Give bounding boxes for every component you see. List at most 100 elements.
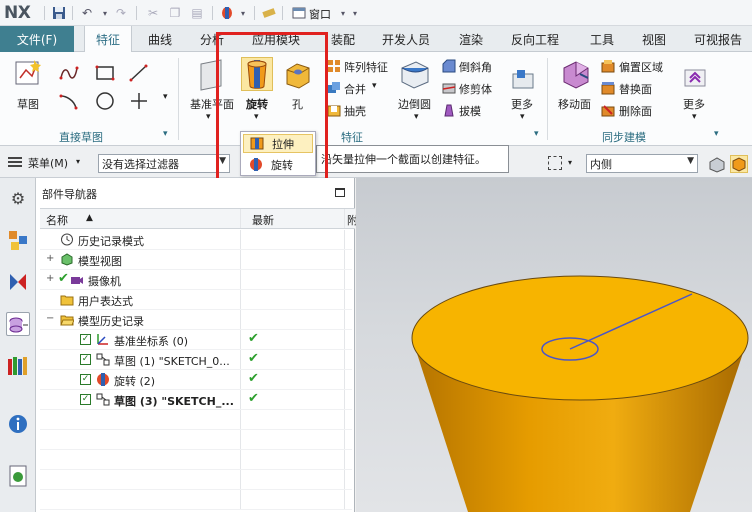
expand-icon[interactable]: + bbox=[46, 274, 55, 284]
replace-face-icon[interactable] bbox=[601, 81, 615, 95]
tree-row-history-mode[interactable]: 历史记录模式 bbox=[40, 230, 352, 250]
offset-region-icon[interactable] bbox=[601, 59, 615, 73]
revolve-dropdown-icon[interactable]: ▾ bbox=[234, 4, 252, 22]
part-navigator-icon[interactable] bbox=[6, 312, 30, 336]
unite-dropdown-icon[interactable]: ▾ bbox=[372, 81, 377, 91]
tab-developer[interactable]: 开发人员 bbox=[382, 26, 430, 52]
cut-icon[interactable]: ✂ bbox=[144, 4, 162, 22]
edge-blend-label[interactable]: 边倒圆 bbox=[398, 96, 431, 112]
tree-row-sketch-3[interactable]: ✓ 草图 (3) "SKETCH_... ✔ bbox=[40, 390, 352, 410]
offset-region-label[interactable]: 偏置区域 bbox=[619, 59, 663, 75]
delete-face-label[interactable]: 删除面 bbox=[619, 103, 652, 119]
visibility-checkbox[interactable]: ✓ bbox=[80, 334, 91, 345]
sketch-label[interactable]: 草图 bbox=[17, 96, 39, 112]
redo-icon[interactable]: ↷ bbox=[112, 4, 130, 22]
copy-icon[interactable]: ❐ bbox=[166, 4, 184, 22]
more-features-label[interactable]: 更多 bbox=[511, 96, 533, 112]
tab-tools[interactable]: 工具 bbox=[590, 26, 614, 52]
undo-icon[interactable]: ↶ bbox=[78, 4, 96, 22]
array-feature-icon[interactable] bbox=[327, 59, 341, 73]
window-icon[interactable] bbox=[290, 4, 308, 22]
chamfer-label[interactable]: 倒斜角 bbox=[459, 59, 492, 75]
view-shaded-icon[interactable] bbox=[708, 155, 726, 173]
menu-icon[interactable] bbox=[8, 157, 22, 168]
group-expand-icon[interactable]: ▾ bbox=[714, 129, 719, 139]
replace-face-label[interactable]: 替换面 bbox=[619, 81, 652, 97]
datum-plane-dropdown-icon[interactable]: ▾ bbox=[206, 112, 211, 122]
graphics-viewport[interactable] bbox=[356, 178, 752, 512]
select-region-dropdown-icon[interactable]: ▾ bbox=[568, 158, 572, 167]
tab-visual-report[interactable]: 可视报告 bbox=[694, 26, 742, 52]
more-features-dropdown-icon[interactable]: ▾ bbox=[520, 112, 525, 122]
selection-scope-combo[interactable]: 内侧 ▼ bbox=[586, 154, 698, 173]
visibility-checkbox[interactable]: ✓ bbox=[80, 354, 91, 365]
group-expand-icon[interactable]: ▾ bbox=[163, 129, 168, 139]
assembly-navigator-icon[interactable] bbox=[6, 228, 30, 252]
rectangle-icon[interactable] bbox=[94, 62, 116, 84]
expand-icon[interactable]: + bbox=[46, 254, 55, 264]
more-sync-dropdown-icon[interactable]: ▾ bbox=[692, 112, 697, 122]
chamfer-icon[interactable] bbox=[442, 59, 456, 73]
sort-ascending-icon[interactable]: ▲ bbox=[86, 213, 93, 223]
window-menu-label[interactable]: 窗口 bbox=[309, 6, 331, 22]
model-cone-frustum[interactable] bbox=[356, 178, 752, 512]
trim-body-label[interactable]: 修剪体 bbox=[459, 81, 492, 97]
history-icon[interactable] bbox=[6, 464, 30, 488]
tab-curves[interactable]: 曲线 bbox=[148, 26, 172, 52]
tree-row-model-views[interactable]: + 模型视图 bbox=[40, 250, 352, 270]
menu-dropdown-icon[interactable]: ▾ bbox=[76, 157, 80, 166]
move-face-icon[interactable] bbox=[560, 58, 592, 90]
point-icon[interactable] bbox=[128, 90, 150, 112]
gear-icon[interactable]: ⚙ bbox=[6, 186, 30, 210]
tab-view[interactable]: 视图 bbox=[642, 26, 666, 52]
tab-assembly[interactable]: 装配 bbox=[331, 26, 355, 52]
draft-icon[interactable] bbox=[442, 103, 456, 117]
paste-icon[interactable]: ▤ bbox=[188, 4, 206, 22]
more-features-icon[interactable] bbox=[511, 68, 535, 92]
arc-icon[interactable] bbox=[58, 90, 80, 112]
tab-reverse-engineering[interactable]: 反向工程 bbox=[511, 26, 559, 52]
customize-dropdown-icon[interactable]: ▾ bbox=[346, 4, 364, 22]
column-divider[interactable] bbox=[240, 209, 241, 228]
sketch-icon[interactable] bbox=[14, 58, 44, 88]
trim-body-icon[interactable] bbox=[442, 81, 456, 95]
move-face-label[interactable]: 移动面 bbox=[558, 96, 591, 112]
tree-row-sketch-1[interactable]: ✓ 草图 (1) "SKETCH_0... ✔ bbox=[40, 350, 352, 370]
eraser-icon[interactable] bbox=[260, 4, 278, 22]
tab-features[interactable]: 特征 bbox=[84, 26, 132, 53]
draft-label[interactable]: 拔模 bbox=[459, 103, 481, 119]
circle-icon[interactable] bbox=[94, 90, 116, 112]
edge-blend-dropdown-icon[interactable]: ▾ bbox=[414, 112, 419, 122]
maximize-icon[interactable] bbox=[335, 188, 345, 197]
tree-row-cameras[interactable]: + ✔ 摄像机 bbox=[40, 270, 352, 290]
reuse-library-icon[interactable] bbox=[6, 354, 30, 378]
tree-row-model-history[interactable]: − 模型历史记录 bbox=[40, 310, 352, 330]
tree-row-datum-csys[interactable]: ✓ 基准坐标系 (0) ✔ bbox=[40, 330, 352, 350]
group-expand-icon[interactable]: ▾ bbox=[534, 129, 539, 139]
more-sync-icon[interactable] bbox=[683, 66, 707, 90]
select-region-icon[interactable] bbox=[548, 156, 562, 170]
tab-render[interactable]: 渲染 bbox=[459, 26, 483, 52]
tab-file[interactable]: 文件(F) bbox=[0, 26, 74, 52]
column-header-name[interactable]: 名称 bbox=[46, 212, 68, 228]
visibility-checkbox[interactable]: ✓ bbox=[80, 394, 91, 405]
array-feature-label[interactable]: 阵列特征 bbox=[344, 59, 388, 75]
tree-row-user-expressions[interactable]: 用户表达式 bbox=[40, 290, 352, 310]
more-sync-label[interactable]: 更多 bbox=[683, 96, 705, 112]
column-header-latest[interactable]: 最新 bbox=[252, 212, 274, 228]
edge-blend-icon[interactable] bbox=[398, 58, 432, 90]
view-cube-icon[interactable] bbox=[730, 155, 748, 173]
more-sketch-dropdown-icon[interactable]: ▾ bbox=[163, 92, 168, 102]
shell-label[interactable]: 抽壳 bbox=[344, 103, 366, 119]
save-icon[interactable] bbox=[50, 4, 68, 22]
tree-row-revolve-2[interactable]: ✓ 旋转 (2) ✔ bbox=[40, 370, 352, 390]
unite-icon[interactable] bbox=[327, 81, 341, 95]
unite-label[interactable]: 合并 bbox=[344, 81, 366, 97]
profile-icon[interactable] bbox=[58, 62, 80, 84]
delete-face-icon[interactable] bbox=[601, 103, 615, 117]
selection-filter-combo[interactable]: 没有选择过滤器 ▼ bbox=[98, 154, 230, 173]
column-divider[interactable] bbox=[344, 209, 345, 228]
line-icon[interactable] bbox=[128, 62, 150, 84]
info-icon[interactable] bbox=[6, 412, 30, 436]
menu-label[interactable]: 菜单(M) bbox=[28, 155, 68, 171]
